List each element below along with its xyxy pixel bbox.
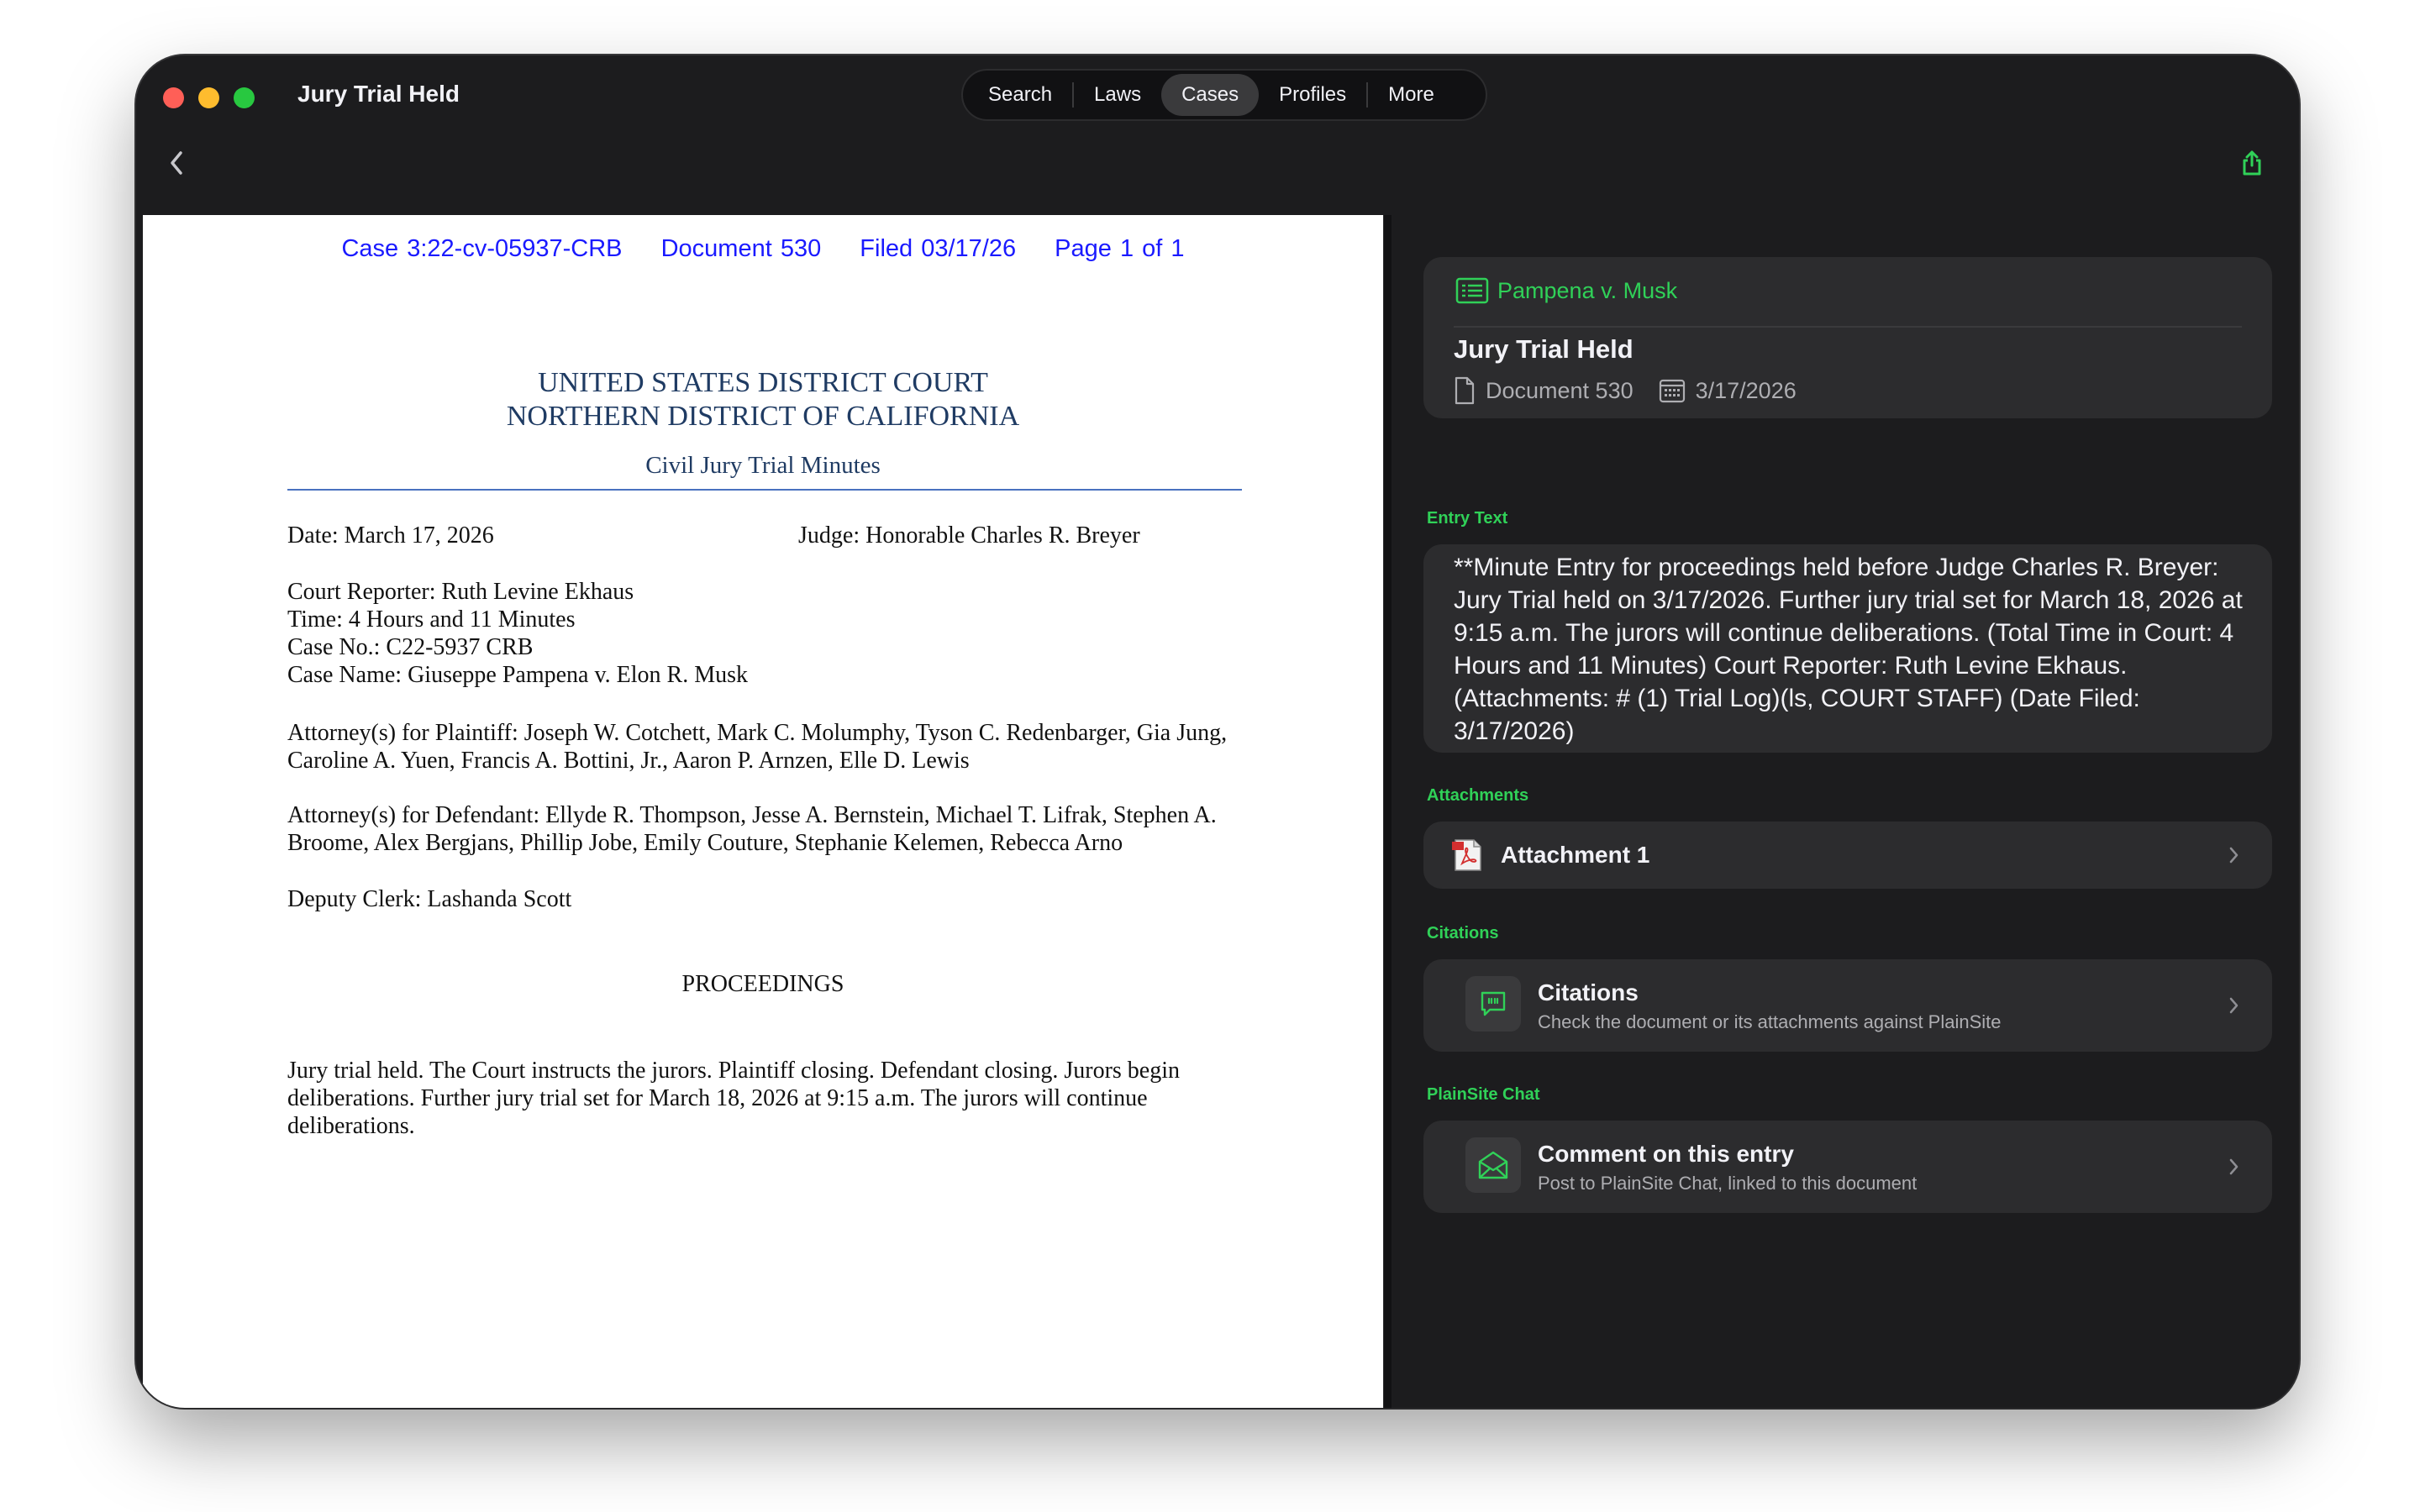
attachment-item: Attachment 1	[1452, 822, 1649, 889]
date-judge-row: Date: March 17, 2026 Judge: Honorable Ch…	[287, 522, 1242, 549]
title-divider	[287, 489, 1242, 491]
close-window-button[interactable]	[163, 87, 184, 108]
comment-title: Comment on this entry	[1538, 1141, 1794, 1167]
app-window: Jury Trial Held Search Laws Cases Profil…	[136, 55, 2299, 1408]
header-page-number: Page 1 of 1	[1055, 235, 1185, 262]
tab-laws[interactable]: Laws	[1074, 74, 1161, 116]
court-title-line-2: NORTHERN DISTRICT OF CALIFORNIA	[506, 401, 1020, 432]
citations-icon-box	[1465, 976, 1521, 1032]
minutes-judge: Judge: Honorable Charles R. Breyer	[798, 522, 1140, 549]
case-name: Case Name: Giuseppe Pampena v. Elon R. M…	[287, 662, 748, 688]
share-button[interactable]	[2235, 146, 2269, 180]
open-envelope-icon	[1478, 1151, 1508, 1179]
court-title: UNITED STATES DISTRICT COURT NORTHERN DI…	[143, 366, 1383, 433]
entry-title: Jury Trial Held	[1454, 334, 1634, 364]
proceedings-heading: PROCEEDINGS	[681, 971, 844, 997]
quote-bubble-icon	[1481, 991, 1506, 1016]
plaintiff-attorneys: Attorney(s) for Plaintiff: Joseph W. Cot…	[287, 720, 1228, 774]
defendant-attorneys: Attorney(s) for Defendant: Ellyde R. Tho…	[287, 802, 1217, 856]
citations-subtitle: Check the document or its attachments ag…	[1538, 1011, 2002, 1032]
entry-meta: Document 530 3/17/2026	[1454, 376, 1822, 405]
case-summary-card: Pampena v. Musk Jury Trial Held Document…	[1423, 257, 2272, 418]
tab-profiles[interactable]: Profiles	[1259, 74, 1366, 116]
share-icon	[2243, 150, 2261, 176]
case-link[interactable]: Pampena v. Musk	[1455, 277, 1677, 304]
document-header: Case 3:22-cv-05937-CRB Document 530 File…	[143, 235, 1383, 263]
case-name-link[interactable]: Pampena v. Musk	[1497, 278, 1677, 304]
proceedings-text: Jury trial held. The Court instructs the…	[287, 1058, 1181, 1139]
window-title: Jury Trial Held	[297, 81, 460, 107]
comment-row[interactable]: Comment on this entry Post to PlainSite …	[1423, 1121, 2272, 1213]
chat-icon-box	[1465, 1137, 1521, 1193]
citations-title: Citations	[1538, 979, 1639, 1005]
minimize-window-button[interactable]	[198, 87, 219, 108]
back-button[interactable]	[160, 146, 193, 180]
entry-text: **Minute Entry for proceedings held befo…	[1454, 554, 2243, 745]
entry-text-card: **Minute Entry for proceedings held befo…	[1423, 544, 2272, 753]
court-reporter: Court Reporter: Ruth Levine Ekhaus	[287, 579, 634, 605]
chevron-right-icon	[2229, 847, 2238, 864]
citations-row[interactable]: Citations Check the document or its atta…	[1423, 959, 2272, 1052]
pdf-file-icon	[1452, 839, 1481, 871]
tab-more[interactable]: More	[1368, 74, 1455, 116]
attachment-label: Attachment 1	[1501, 842, 1650, 868]
tab-search[interactable]: Search	[968, 74, 1072, 116]
comment-subtitle: Post to PlainSite Chat, linked to this d…	[1538, 1173, 1918, 1194]
title-bar: Jury Trial Held Search Laws Cases Profil…	[136, 55, 2299, 215]
citations-label: Citations	[1427, 924, 1499, 942]
chevron-right-icon	[2229, 1158, 2238, 1175]
docket-list-icon	[1455, 277, 1489, 304]
header-filed-date: Filed 03/17/26	[860, 235, 1017, 262]
zoom-window-button[interactable]	[234, 87, 255, 108]
minutes-title: Civil Jury Trial Minutes	[645, 452, 881, 479]
time-in-court: Time: 4 Hours and 11 Minutes	[287, 606, 576, 633]
entry-details-panel: Pampena v. Musk Jury Trial Held Document…	[1392, 215, 2299, 1408]
nav-tabs: Search Laws Cases Profiles More	[961, 69, 1487, 121]
chevron-left-icon	[171, 151, 182, 175]
document-number-meta: Document 530	[1454, 376, 1634, 405]
case-number: Case No.: C22-5937 CRB	[287, 634, 534, 660]
case-details: Court Reporter: Ruth Levine Ekhaus Time:…	[287, 578, 1242, 689]
document-viewer[interactable]: Case 3:22-cv-05937-CRB Document 530 File…	[143, 215, 1383, 1408]
attachments-label: Attachments	[1427, 786, 1529, 805]
date-meta: 3/17/2026	[1659, 378, 1797, 404]
entry-date: 3/17/2026	[1695, 377, 1797, 403]
chevron-right-icon	[2229, 997, 2238, 1014]
plainsite-chat-label: PlainSite Chat	[1427, 1085, 1540, 1104]
document-number: Document 530	[1486, 377, 1634, 403]
deputy-clerk: Deputy Clerk: Lashanda Scott	[287, 886, 572, 912]
entry-text-label: Entry Text	[1427, 509, 1508, 528]
calendar-icon	[1659, 379, 1685, 403]
minutes-date: Date: March 17, 2026	[287, 522, 494, 549]
card-divider	[1454, 326, 2242, 328]
tab-cases[interactable]: Cases	[1161, 74, 1260, 116]
court-title-line-1: UNITED STATES DISTRICT COURT	[538, 367, 988, 398]
header-case-number: Case 3:22-cv-05937-CRB	[341, 235, 623, 262]
header-document-number: Document 530	[660, 235, 822, 262]
document-icon	[1455, 376, 1475, 405]
attachment-row[interactable]: Attachment 1	[1423, 822, 2272, 889]
